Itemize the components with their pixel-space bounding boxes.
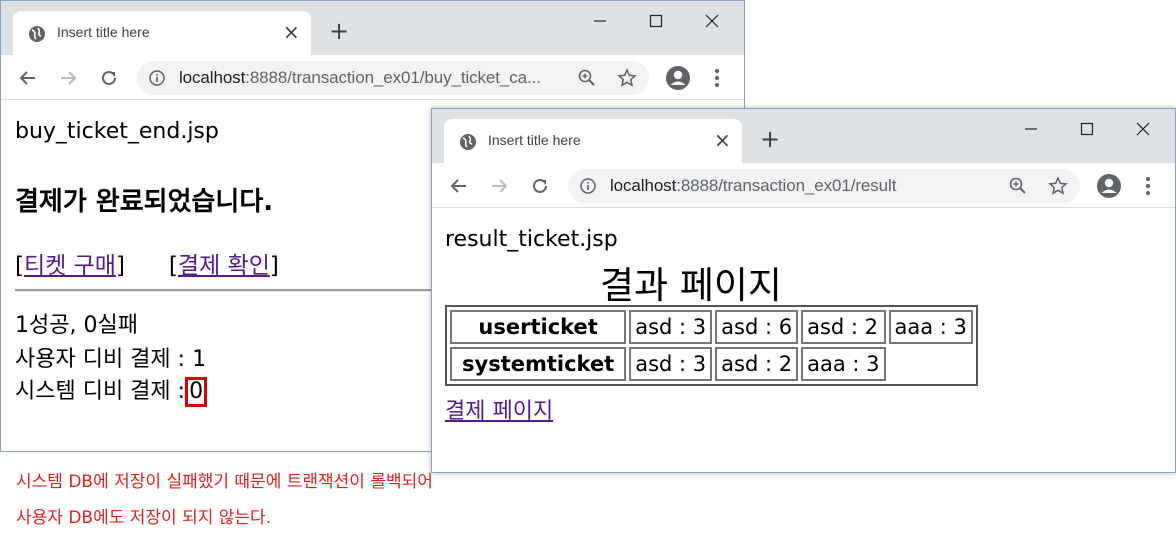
url-path: :8888/transaction_ex01/buy_ticket_ca... [245,68,541,87]
table-cell: aaa : 3 [801,347,886,381]
back-icon[interactable] [448,175,470,197]
result-summary: 1성공, 0실패 [15,313,138,338]
forward-icon[interactable] [57,67,79,89]
caption-line-2: 사용자 DB에도 저장이 되지 않는다. [16,503,284,528]
menu-icon[interactable] [1140,174,1156,198]
browser-window-result: Insert title here × + localhost:8888/tra… [431,108,1176,473]
page-heading: 결과 페이지 [600,264,782,307]
window-close-icon[interactable] [1131,117,1155,141]
tab-title: Insert title here [57,24,150,40]
tab-buy-ticket[interactable]: Insert title here × [13,11,311,55]
maximize-icon[interactable] [644,9,668,33]
page-filename: result_ticket.jsp [445,227,618,252]
address-bar[interactable]: localhost:8888/transaction_ex01/result [568,169,1080,203]
bracket: ] [269,253,279,279]
check-payment-link[interactable]: 결제 확인 [178,253,270,279]
payment-page-link[interactable]: 결제 페이지 [445,393,553,425]
table-cell: asd : 2 [715,347,799,381]
reload-icon[interactable] [98,67,120,89]
url-host: localhost [179,68,246,87]
reload-icon[interactable] [529,175,551,197]
toolbar: localhost:8888/transaction_ex01/result [432,163,1175,208]
page-filename: buy_ticket_end.jsp [15,119,219,144]
maximize-icon[interactable] [1075,117,1099,141]
back-icon[interactable] [17,67,39,89]
forward-icon[interactable] [488,175,510,197]
bracket: [ [168,253,178,279]
info-icon[interactable] [580,178,596,194]
globe-icon [460,134,476,150]
caption-line-1: 시스템 DB에 저장이 실패했기 때문에 트랜잭션이 롤백되어 [16,467,445,492]
window-close-icon[interactable] [700,9,724,33]
row-header-systemticket: systemticket [450,347,627,381]
user-db-result: 사용자 디비 결제 : 1 [15,347,207,372]
row-header-userticket: userticket [450,310,627,344]
bracket: ] [115,253,125,279]
star-icon[interactable] [1048,176,1068,196]
toolbar: localhost:8888/transaction_ex01/buy_tick… [1,55,744,100]
title-bar: Insert title here × + [1,1,744,55]
table-cell: asd : 3 [629,347,713,381]
tab-result[interactable]: Insert title here × [444,119,742,163]
page-heading: 결제가 완료되었습니다. [15,187,274,217]
table-cell: asd : 3 [629,310,713,344]
ticket-table: userticket asd : 3 asd : 6 asd : 2 aaa :… [445,305,978,386]
minimize-icon[interactable] [1019,117,1043,141]
url-text: localhost:8888/transaction_ex01/result [610,176,896,196]
menu-icon[interactable] [709,66,725,90]
profile-icon[interactable] [665,65,691,91]
system-db-result: 시스템 디비 결제 :0 [15,373,208,407]
url-text: localhost:8888/transaction_ex01/buy_tick… [179,68,541,88]
globe-icon [29,26,45,42]
system-db-value-highlight: 0 [185,377,208,407]
info-icon[interactable] [149,70,165,86]
nav-links: [티켓 구매] [결제 확인] [15,246,279,280]
star-icon[interactable] [617,68,637,88]
table-cell: aaa : 3 [888,310,973,344]
plus-icon[interactable]: + [758,127,782,151]
close-icon[interactable]: × [283,21,300,43]
plus-icon[interactable]: + [327,19,351,43]
zoom-icon[interactable] [577,68,597,88]
address-bar[interactable]: localhost:8888/transaction_ex01/buy_tick… [137,61,649,95]
profile-icon[interactable] [1096,173,1122,199]
zoom-icon[interactable] [1008,176,1028,196]
system-db-label: 시스템 디비 결제 : [15,379,186,404]
url-path: :8888/transaction_ex01/result [676,176,897,195]
buy-ticket-link[interactable]: 티켓 구매 [24,253,116,279]
table-row: userticket asd : 3 asd : 6 asd : 2 aaa :… [450,310,973,344]
title-bar: Insert title here × + [432,109,1175,163]
url-host: localhost [610,176,677,195]
close-icon[interactable]: × [714,129,731,151]
tab-title: Insert title here [488,132,581,148]
table-cell: asd : 6 [715,310,799,344]
minimize-icon[interactable] [588,9,612,33]
table-cell: asd : 2 [801,310,886,344]
bracket: [ [15,253,24,279]
table-row: systemticket asd : 3 asd : 2 aaa : 3 [450,347,973,381]
